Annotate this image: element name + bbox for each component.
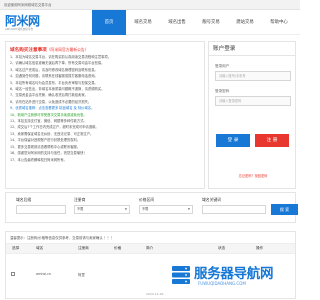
domain-search-form: 域名后缀 注册商 不限 ▼ 价格区间 不限 ▼ 域名关键词 搜 索 [5,192,298,223]
watermark-text: 服务器导航网 [194,266,274,282]
password-label: 登录密码 [215,89,230,93]
col-intro: 简介 [146,246,154,250]
notice-line: 17、本公告最终解释权归阿米网所有。 [10,157,67,162]
welcome-text: 欢迎使用阿米网络域名交易平台 [4,3,52,7]
login-panel: 账户登录 登录用户 请输入账号/手机号 登录密码 请输入登录密码 登 录 注 册… [208,41,296,189]
username-label: 登录用户 [215,64,230,68]
col-select: 选择 [12,246,20,250]
nav-item-4[interactable]: 建站交易 [228,10,262,35]
site-logo[interactable]: 阿米网 AMI.COM 域名交易平台 [5,14,49,31]
filter-keyword-label: 域名关键词 [202,197,221,202]
col-status: 状态 [218,246,226,250]
notice-lines: 1、本站为域名交易平台，请在购买前认真阅读交易流程和注意事项。 2、请确认域名信息… [10,54,200,163]
watermark-subtext: FUWUQIDAOHANG.COM [198,281,246,286]
nav-item-5[interactable]: 帮助中心 [262,10,296,35]
list-notice: 温馨提示：注册商/价格等信息仅供参考，交易前请与卖家确认 ！！！ [6,232,295,244]
col-registrar: 注册商 [78,246,89,250]
row-checkbox[interactable] [11,272,15,276]
nav-item-0[interactable]: 首页 [92,10,126,35]
logo-main-text: 阿米网 [5,14,40,28]
chevron-down-icon: ▼ [187,207,190,211]
nav-item-3[interactable]: 靓号交易 [194,10,228,35]
login-button[interactable]: 登 录 [216,134,250,147]
filter-price-label: 价格区间 [139,197,155,202]
filter-registrar-select[interactable]: 不限 ▼ [74,205,130,214]
username-input[interactable]: 请输入账号/手机号 [215,71,291,81]
row-registrar: 阿里 [78,273,85,277]
filter-price-select[interactable]: 不限 ▼ [139,205,193,214]
notice-title-main: 域名购买注意事项 [10,48,47,53]
nav-item-2[interactable]: 域名出售 [160,10,194,35]
site-header: 阿米网 AMI.COM 域名交易平台 首页 域名交易 域名出售 靓号交易 建站交易 帮助中… [0,10,300,35]
search-button[interactable]: 搜 索 [271,204,298,215]
logo-sub-text: AMI.COM 域名交易平台 [5,28,34,31]
top-bar: 欢迎使用阿米网络域名交易平台 [0,0,300,10]
filter-suffix-label: 域名后缀 [16,197,32,202]
filter-price-value: 不限 [142,207,149,211]
watermark-overlay: 服务器导航网 FUWUQIDAOHANG.COM [170,262,298,300]
filter-keyword-input[interactable] [202,205,266,214]
notice-title: 域名购买注意事项（阿米网官方最新公告） [10,46,200,54]
filter-suffix-input[interactable] [16,205,66,214]
row-date: 2024-11-26 [146,292,164,296]
notice-panel: 域名购买注意事项（阿米网官方最新公告） 1、本站为域名交易平台，请在购买前认真阅… [5,41,205,189]
main-nav: 首页 域名交易 域名出售 靓号交易 建站交易 帮助中心 [92,10,296,35]
server-icon [172,266,190,284]
forgot-password-link[interactable]: 忘记密码？找回密码 [209,173,297,178]
notice-title-sub: （阿米网官方最新公告） [46,47,89,52]
filter-registrar-label: 注册商 [74,197,86,202]
register-button[interactable]: 注 册 [255,134,289,147]
password-input[interactable]: 请输入登录密码 [215,96,291,106]
nav-item-1[interactable]: 域名交易 [126,10,160,35]
filter-registrar-value: 不限 [77,207,84,211]
row-domain[interactable]: amiwl.cn [36,272,51,276]
login-title: 账户登录 [209,42,295,56]
col-action: 操作 [256,246,264,250]
chevron-down-icon: ▼ [124,207,127,211]
col-domain: 域名 [36,246,44,250]
col-price: 价格 [114,246,122,250]
